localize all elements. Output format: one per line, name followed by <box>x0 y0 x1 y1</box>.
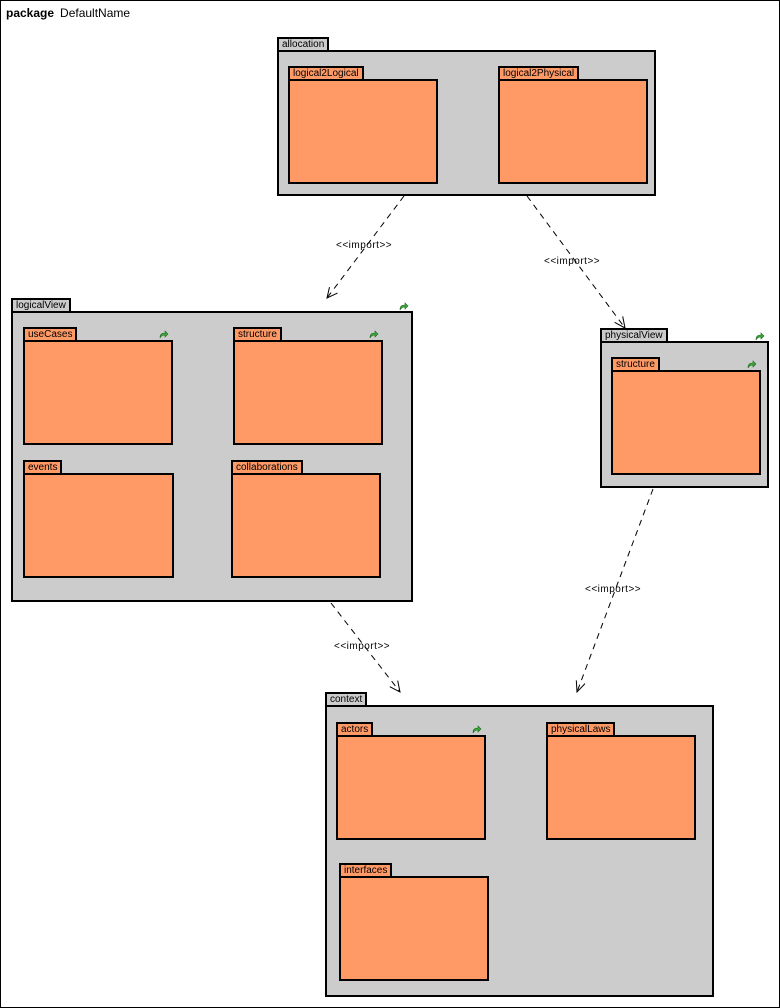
import-label: <<import>> <box>544 256 601 267</box>
hyperlink-arrow-icon <box>159 330 169 339</box>
package-events[interactable]: events <box>23 460 174 578</box>
package-logical2Logical[interactable]: logical2Logical <box>288 66 438 184</box>
import-label: <<import>> <box>585 584 642 595</box>
package-tab: context <box>325 692 368 706</box>
package-actors[interactable]: actors <box>336 722 486 840</box>
package-tab: logical2Logical <box>288 66 364 80</box>
package-tab: logicalView <box>11 298 71 312</box>
hyperlink-arrow-icon <box>755 332 765 341</box>
frame-name: DefaultName <box>60 6 131 20</box>
package-useCases[interactable]: useCases <box>23 327 173 445</box>
package-body <box>546 735 696 840</box>
hyperlink-arrow-icon <box>747 360 757 369</box>
package-body <box>23 473 174 578</box>
hyperlink-arrow-icon <box>399 302 409 311</box>
package-tab: physicalView <box>600 328 668 342</box>
package-body <box>23 340 173 445</box>
package-physicalLaws[interactable]: physicalLaws <box>546 722 696 840</box>
package-tab: collaborations <box>231 460 303 474</box>
package-tab: interfaces <box>339 863 393 877</box>
import-label: <<import>> <box>334 641 391 652</box>
package-tab: structure <box>611 357 660 371</box>
import-label: <<import>> <box>336 240 393 251</box>
package-body <box>231 473 381 578</box>
package-interfaces[interactable]: interfaces <box>339 863 489 981</box>
package-tab: events <box>23 460 63 474</box>
package-collaborations[interactable]: collaborations <box>231 460 381 578</box>
package-structure[interactable]: structure <box>233 327 383 445</box>
package-tab: structure <box>233 327 282 341</box>
package-physicalView-structure[interactable]: structure <box>611 357 761 475</box>
package-body <box>288 79 438 184</box>
package-logical2Physical[interactable]: logical2Physical <box>498 66 648 184</box>
package-allocation[interactable]: allocation logical2Logical logical2Physi… <box>277 37 656 196</box>
package-context[interactable]: context actors physicalLaws interfaces <box>325 692 714 997</box>
package-body <box>339 876 489 981</box>
package-body <box>233 340 383 445</box>
frame-label: package DefaultName <box>6 6 130 20</box>
package-tab: allocation <box>277 37 330 51</box>
package-body <box>611 370 761 475</box>
package-tab: physicalLaws <box>546 722 616 736</box>
frame-keyword: package <box>6 6 55 20</box>
package-tab: actors <box>336 722 374 736</box>
package-body <box>336 735 486 840</box>
package-logicalView[interactable]: logicalView useCases structure events co… <box>11 298 413 602</box>
package-physicalView[interactable]: physicalView structure <box>600 328 769 488</box>
hyperlink-arrow-icon <box>472 725 482 734</box>
package-tab: logical2Physical <box>498 66 580 80</box>
package-body <box>498 79 648 184</box>
package-tab: useCases <box>23 327 78 341</box>
hyperlink-arrow-icon <box>369 330 379 339</box>
